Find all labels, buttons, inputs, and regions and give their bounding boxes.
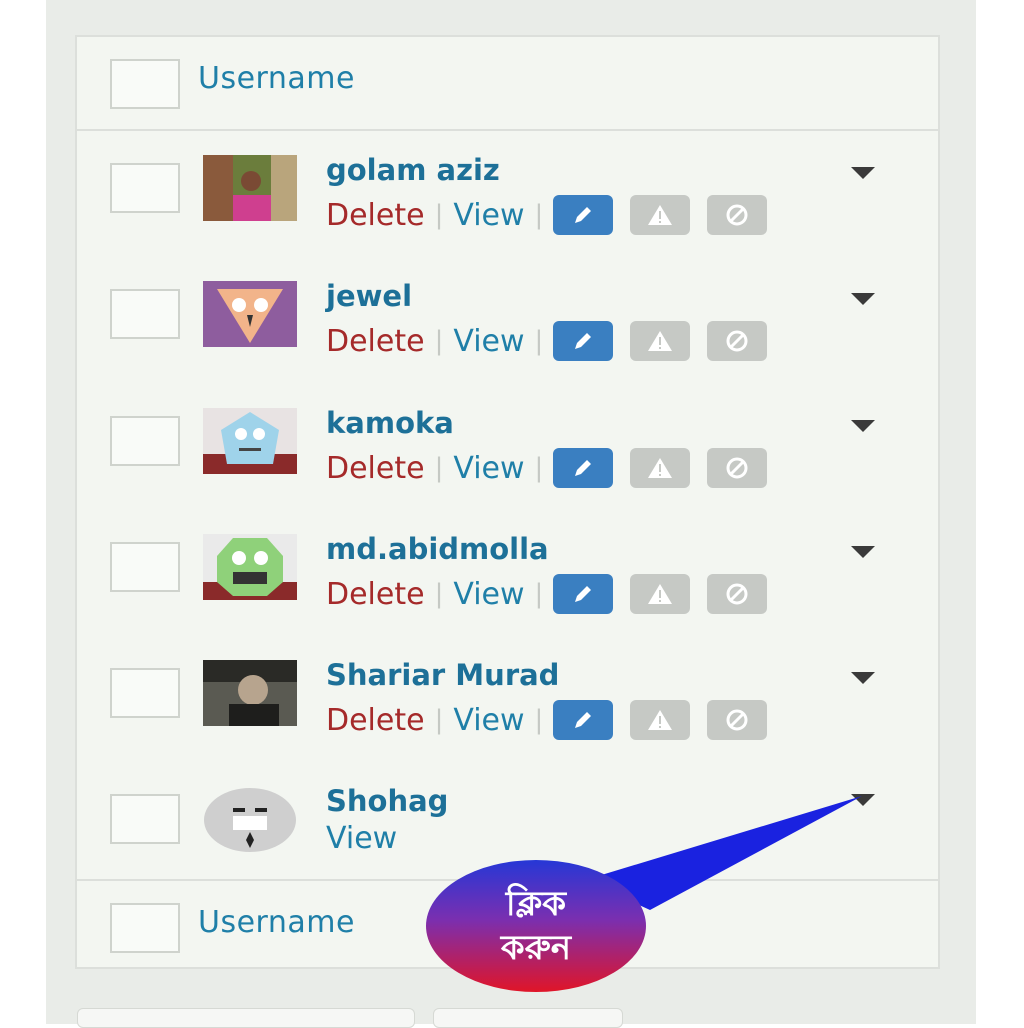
separator: | [534, 579, 544, 609]
warning-button[interactable] [630, 321, 691, 361]
edit-button[interactable] [553, 574, 614, 614]
username-link[interactable]: golam aziz [326, 153, 500, 187]
avatar [203, 408, 297, 474]
edit-button[interactable] [553, 700, 614, 740]
row-actions: Delete | View | [326, 195, 784, 235]
row-actions: Delete | View | [326, 700, 784, 740]
separator: | [534, 453, 544, 483]
row-checkbox[interactable] [110, 289, 180, 339]
row-toggle-icon[interactable] [851, 167, 875, 179]
select-all-checkbox[interactable] [110, 59, 180, 109]
separator: | [534, 326, 544, 356]
warning-icon [648, 458, 673, 478]
view-link[interactable]: View [453, 703, 524, 738]
warning-icon [648, 710, 673, 730]
username-link[interactable]: Shariar Murad [326, 658, 559, 692]
row-toggle-icon[interactable] [851, 794, 875, 806]
username-link[interactable]: kamoka [326, 406, 454, 440]
edit-icon [575, 586, 592, 602]
avatar [203, 155, 297, 221]
callout-line-2: করুন [500, 928, 572, 968]
table-row: golam aziz Delete | View | [77, 145, 938, 271]
table-row: Shariar Murad Delete | View | [77, 650, 938, 776]
ban-icon [726, 709, 748, 731]
warning-button[interactable] [630, 448, 691, 488]
view-link[interactable]: View [453, 324, 524, 359]
avatar [203, 534, 297, 600]
username-link[interactable]: md.abidmolla [326, 532, 549, 566]
table-header: Username [77, 37, 938, 131]
edit-icon [575, 460, 592, 476]
table-row: md.abidmolla Delete | View | [77, 524, 938, 650]
view-link[interactable]: View [326, 821, 397, 856]
ban-button[interactable] [707, 700, 768, 740]
row-actions: Delete | View | [326, 448, 784, 488]
row-toggle-icon[interactable] [851, 420, 875, 432]
users-table: Username golam aziz Delete | View | jewe… [75, 35, 940, 969]
row-actions: Delete | View | [326, 574, 784, 614]
row-checkbox[interactable] [110, 794, 180, 844]
delete-link[interactable]: Delete [326, 703, 425, 738]
row-toggle-icon[interactable] [851, 293, 875, 305]
ban-button[interactable] [707, 195, 768, 235]
view-link[interactable]: View [453, 577, 524, 612]
warning-icon [648, 584, 673, 604]
row-actions: View [326, 818, 397, 858]
delete-link[interactable]: Delete [326, 198, 425, 233]
row-checkbox[interactable] [110, 163, 180, 213]
ban-icon [726, 330, 748, 352]
edit-icon [575, 333, 592, 349]
view-link[interactable]: View [453, 198, 524, 233]
delete-link[interactable]: Delete [326, 324, 425, 359]
edit-button[interactable] [553, 321, 614, 361]
bulk-action-select[interactable] [77, 1008, 415, 1028]
separator: | [434, 453, 444, 483]
avatar [203, 281, 297, 347]
row-checkbox[interactable] [110, 542, 180, 592]
edit-icon [575, 207, 592, 223]
row-toggle-icon[interactable] [851, 672, 875, 684]
callout-line-1: ক্লিক [505, 883, 567, 924]
warning-button[interactable] [630, 700, 691, 740]
username-column-header[interactable]: Username [198, 61, 355, 96]
avatar [203, 786, 297, 852]
row-toggle-icon[interactable] [851, 546, 875, 558]
row-actions: Delete | View | [326, 321, 784, 361]
warning-icon [648, 205, 673, 225]
edit-button[interactable] [553, 448, 614, 488]
click-here-callout: ক্লিক করুন [426, 860, 646, 992]
warning-button[interactable] [630, 195, 691, 235]
separator: | [434, 579, 444, 609]
edit-icon [575, 712, 592, 728]
ban-button[interactable] [707, 448, 768, 488]
ban-button[interactable] [707, 574, 768, 614]
username-link[interactable]: jewel [326, 279, 412, 313]
delete-link[interactable]: Delete [326, 577, 425, 612]
edit-button[interactable] [553, 195, 614, 235]
separator: | [434, 200, 444, 230]
warning-button[interactable] [630, 574, 691, 614]
apply-button[interactable] [433, 1008, 623, 1028]
table-row: jewel Delete | View | [77, 271, 938, 397]
username-column-footer[interactable]: Username [198, 905, 355, 940]
separator: | [434, 705, 444, 735]
view-link[interactable]: View [453, 451, 524, 486]
separator: | [434, 326, 444, 356]
delete-link[interactable]: Delete [326, 451, 425, 486]
separator: | [534, 200, 544, 230]
ban-icon [726, 457, 748, 479]
row-checkbox[interactable] [110, 668, 180, 718]
separator: | [534, 705, 544, 735]
username-link[interactable]: Shohag [326, 784, 448, 818]
table-row: kamoka Delete | View | [77, 398, 938, 524]
row-checkbox[interactable] [110, 416, 180, 466]
ban-icon [726, 204, 748, 226]
select-all-checkbox-footer[interactable] [110, 903, 180, 953]
avatar [203, 660, 297, 726]
warning-icon [648, 331, 673, 351]
ban-button[interactable] [707, 321, 768, 361]
ban-icon [726, 583, 748, 605]
